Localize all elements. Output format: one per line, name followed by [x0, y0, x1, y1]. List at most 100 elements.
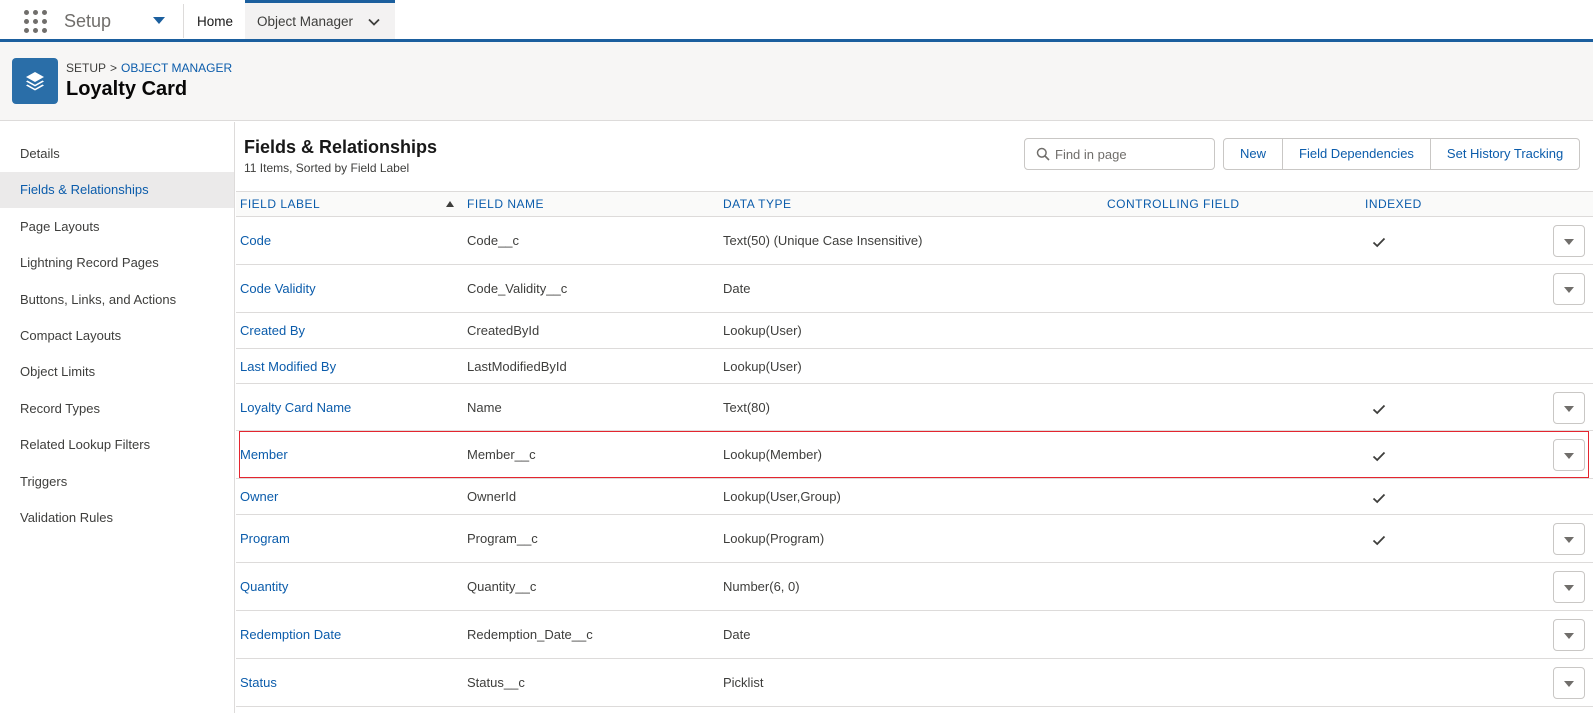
chevron-down-icon	[1564, 453, 1574, 459]
app-menu-caret-icon[interactable]	[153, 17, 165, 24]
field-name-cell: Code_Validity__c	[467, 281, 568, 296]
launcher-dot	[33, 19, 38, 24]
row-actions-menu-button[interactable]	[1553, 619, 1585, 651]
row-actions-menu-button[interactable]	[1553, 392, 1585, 424]
sidebar-item-lightning-record-pages[interactable]: Lightning Record Pages	[0, 245, 234, 281]
column-header-controlling-field[interactable]: CONTROLLING FIELD	[1107, 197, 1240, 211]
launcher-dot	[24, 28, 29, 33]
field-label-link[interactable]: Code Validity	[240, 281, 316, 296]
field-label-link[interactable]: Program	[240, 531, 290, 546]
launcher-dot	[24, 10, 29, 15]
field-label-link[interactable]: Quantity	[240, 579, 288, 594]
field-name-cell: Name	[467, 400, 502, 415]
check-icon	[1372, 451, 1386, 462]
data-type-cell: Picklist	[723, 675, 764, 690]
app-name: Setup	[64, 11, 112, 31]
section-title: Fields & Relationships	[244, 137, 438, 157]
sidebar-item-object-limits[interactable]: Object Limits	[0, 354, 234, 390]
table-header: FIELD LABEL FIELD NAME DATA TYPE CONTROL…	[236, 191, 1593, 217]
breadcrumb: SETUP > OBJECT MANAGER	[66, 61, 232, 75]
data-type-cell: Lookup(User)	[723, 323, 802, 338]
nav-tab-home[interactable]: Home	[197, 14, 233, 29]
sort-ascending-icon[interactable]	[446, 201, 454, 207]
column-header-field-label[interactable]: FIELD LABEL	[240, 197, 320, 211]
column-header-indexed[interactable]: INDEXED	[1365, 197, 1422, 211]
find-in-page-search[interactable]	[1024, 138, 1215, 170]
breadcrumb-object-manager-link[interactable]: OBJECT MANAGER	[121, 61, 232, 75]
new-button[interactable]: New	[1224, 139, 1282, 169]
header-button-group: New Field Dependencies Set History Track…	[1223, 138, 1581, 170]
sidebar-item-buttons-links-and-actions[interactable]: Buttons, Links, and Actions	[0, 282, 234, 318]
row-actions-menu-button[interactable]	[1553, 571, 1585, 603]
field-label-link[interactable]: Code	[240, 233, 271, 248]
launcher-dot	[42, 28, 47, 33]
nav-tab-label: Object Manager	[257, 14, 354, 29]
breadcrumb-separator: >	[110, 61, 118, 75]
launcher-dot	[33, 28, 38, 33]
launcher-dot	[33, 10, 38, 15]
table-row: Last Modified By LastModifiedById Lookup(U…	[236, 349, 1593, 384]
field-label-link[interactable]: Owner	[240, 489, 278, 504]
data-type-cell: Lookup(Program)	[723, 531, 825, 546]
page-title: Loyalty Card	[66, 78, 188, 100]
sidebar-item-triggers[interactable]: Triggers	[0, 464, 234, 500]
field-name-cell: Status__c	[467, 675, 525, 690]
check-icon	[1372, 493, 1386, 504]
chevron-down-icon	[1564, 239, 1574, 245]
chevron-down-icon[interactable]	[367, 15, 381, 29]
field-label-link[interactable]: Status	[240, 675, 277, 690]
data-type-cell: Number(6, 0)	[723, 579, 800, 594]
chevron-down-icon	[1564, 681, 1574, 687]
row-actions-menu-button[interactable]	[1553, 273, 1585, 305]
field-name-cell: Quantity__c	[467, 579, 537, 594]
check-icon	[1372, 535, 1386, 546]
search-input[interactable]	[1055, 140, 1210, 168]
table-row: Redemption Date Redemption_Date__c Date	[236, 611, 1593, 659]
table-row: Quantity Quantity__c Number(6, 0)	[236, 563, 1593, 611]
table-row: Loyalty Card Name Name Text(80)	[236, 384, 1593, 431]
table-row: Created By CreatedById Lookup(User)	[236, 313, 1593, 349]
data-type-cell: Lookup(User)	[723, 359, 802, 374]
data-type-cell: Text(80)	[723, 400, 770, 415]
chevron-down-icon	[1564, 287, 1574, 293]
field-label-link[interactable]: Redemption Date	[240, 627, 341, 642]
sidebar-item-related-lookup-filters[interactable]: Related Lookup Filters	[0, 427, 234, 463]
table-row: Code Validity Code_Validity__c Date	[236, 265, 1593, 313]
nav-tab-object-manager[interactable]: Object Manager	[245, 0, 395, 39]
check-icon	[1372, 404, 1386, 415]
table-row: Program Program__c Lookup(Program)	[236, 515, 1593, 563]
column-header-data-type[interactable]: DATA TYPE	[723, 197, 792, 211]
set-history-tracking-button[interactable]: Set History Tracking	[1429, 139, 1579, 169]
row-actions-menu-button[interactable]	[1553, 225, 1585, 257]
field-dependencies-button[interactable]: Field Dependencies	[1282, 139, 1430, 169]
layers-icon	[12, 58, 58, 104]
field-label-link[interactable]: Member	[240, 447, 288, 462]
chevron-down-icon	[1564, 537, 1574, 543]
breadcrumb-setup: SETUP	[66, 61, 107, 75]
chevron-down-icon	[1564, 585, 1574, 591]
nav-divider	[183, 4, 184, 38]
row-actions-menu-button[interactable]	[1553, 667, 1585, 699]
field-name-cell: CreatedById	[467, 323, 540, 338]
main-content: Fields & Relationships 11 Items, Sorted …	[236, 122, 1593, 713]
column-header-field-name[interactable]: FIELD NAME	[467, 197, 544, 211]
data-type-cell: Lookup(Member)	[723, 447, 822, 462]
launcher-dot	[24, 19, 29, 24]
object-header: SETUP > OBJECT MANAGER Loyalty Card	[0, 42, 1593, 121]
sidebar-item-compact-layouts[interactable]: Compact Layouts	[0, 318, 234, 354]
table-row: Member Member__c Lookup(Member)	[236, 431, 1593, 479]
field-name-cell: Member__c	[467, 447, 536, 462]
data-type-cell: Lookup(User,Group)	[723, 489, 841, 504]
sidebar-item-validation-rules[interactable]: Validation Rules	[0, 500, 234, 536]
top-nav-bar: Setup Home Object Manager	[0, 0, 1593, 42]
sidebar-item-details[interactable]: Details	[0, 136, 234, 172]
sidebar-item-page-layouts[interactable]: Page Layouts	[0, 209, 234, 245]
row-actions-menu-button[interactable]	[1553, 523, 1585, 555]
app-launcher-grid-icon[interactable]	[24, 10, 48, 34]
field-label-link[interactable]: Created By	[240, 323, 305, 338]
field-label-link[interactable]: Loyalty Card Name	[240, 400, 351, 415]
field-label-link[interactable]: Last Modified By	[240, 359, 336, 374]
sidebar-item-fields-relationships[interactable]: Fields & Relationships	[0, 172, 234, 208]
row-actions-menu-button[interactable]	[1553, 439, 1585, 471]
sidebar-item-record-types[interactable]: Record Types	[0, 391, 234, 427]
